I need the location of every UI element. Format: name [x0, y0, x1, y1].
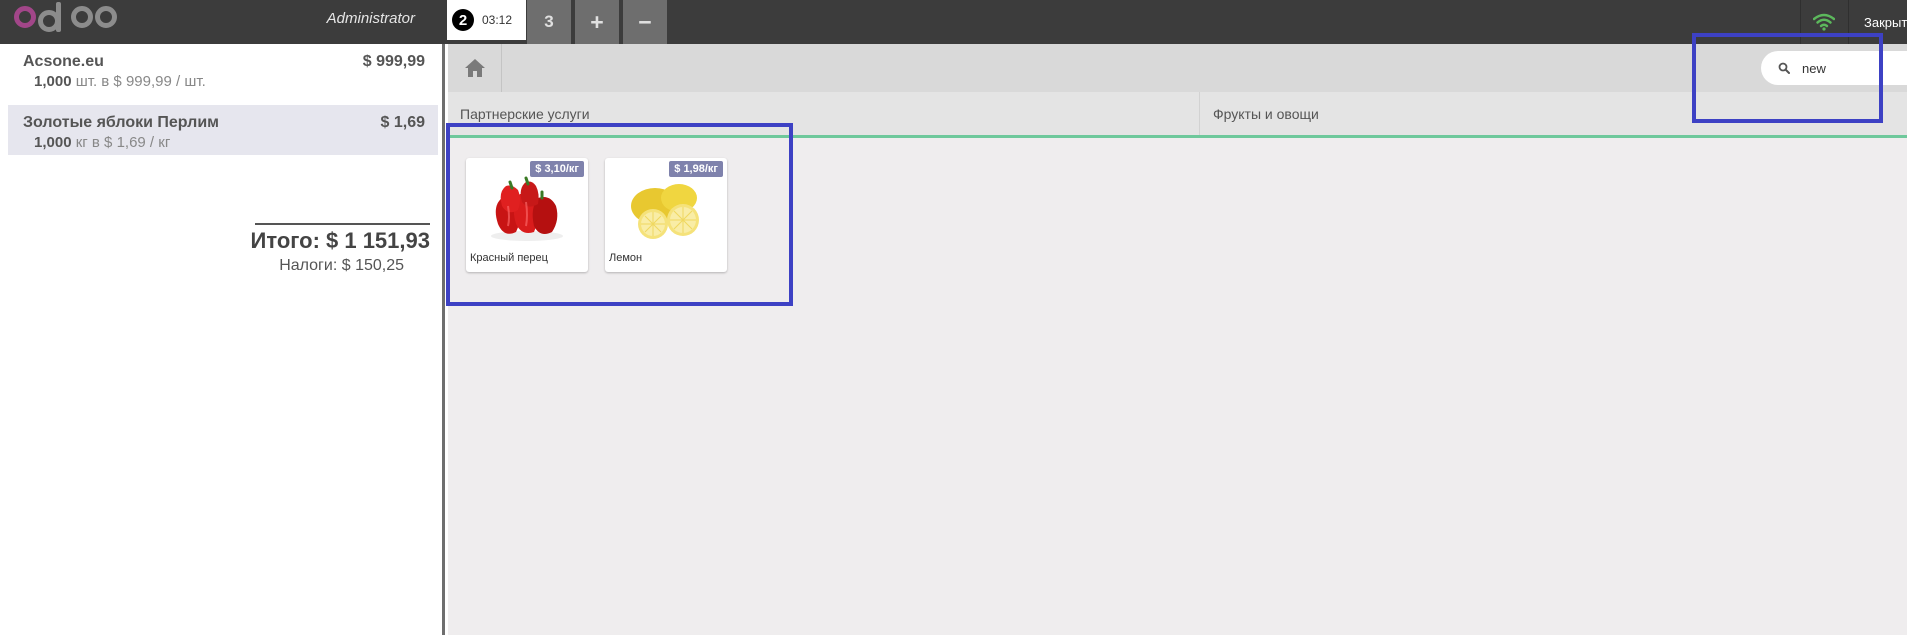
- username[interactable]: Administrator: [280, 10, 415, 27]
- odoo-logo: [14, 0, 119, 34]
- order-line-qty: 1,000: [34, 134, 72, 151]
- top-bar: Administrator 2 03:12 3 + − Закрыть: [0, 0, 1907, 44]
- home-button[interactable]: [448, 44, 502, 92]
- order-tab[interactable]: 3: [527, 0, 571, 44]
- order-taxes: Налоги: $ 150,25: [279, 257, 404, 274]
- order-line-info: 1,000 кг в $ 1,69 / кг: [34, 134, 170, 151]
- search-highlight-box: [1692, 33, 1883, 123]
- order-line[interactable]: Acsone.eu $ 999,99 1,000 шт. в $ 999,99 …: [8, 44, 438, 94]
- home-icon: [464, 59, 485, 77]
- order-line-name: Золотые яблоки Перлим: [23, 114, 220, 131]
- order-line-selected[interactable]: Золотые яблоки Перлим $ 1,69 1,000 кг в …: [8, 105, 438, 155]
- order-total: Итого: $ 1 151,93: [250, 228, 430, 253]
- order-line-qty: 1,000: [34, 73, 72, 90]
- order-number: 2: [452, 9, 474, 31]
- order-line-info: 1,000 шт. в $ 999,99 / шт.: [34, 73, 206, 90]
- delete-order-button[interactable]: −: [623, 0, 667, 44]
- order-tab-active[interactable]: 2 03:12: [447, 0, 526, 40]
- summary-divider: [255, 223, 430, 225]
- order-line-unit: шт. в $ 999,99 / шт.: [75, 73, 206, 90]
- order-line-unit: кг в $ 1,69 / кг: [75, 134, 171, 151]
- order-time: 03:12: [482, 13, 513, 27]
- order-line-price: $ 1,69: [380, 114, 425, 131]
- order-line-name: Acsone.eu: [23, 53, 104, 70]
- wifi-icon: [1813, 13, 1835, 31]
- products-highlight-box: [446, 123, 793, 306]
- new-order-button[interactable]: +: [575, 0, 619, 44]
- order-line-price: $ 999,99: [362, 53, 425, 70]
- order-panel: Acsone.eu $ 999,99 1,000 шт. в $ 999,99 …: [0, 44, 445, 635]
- breadcrumb: new: [448, 44, 1907, 92]
